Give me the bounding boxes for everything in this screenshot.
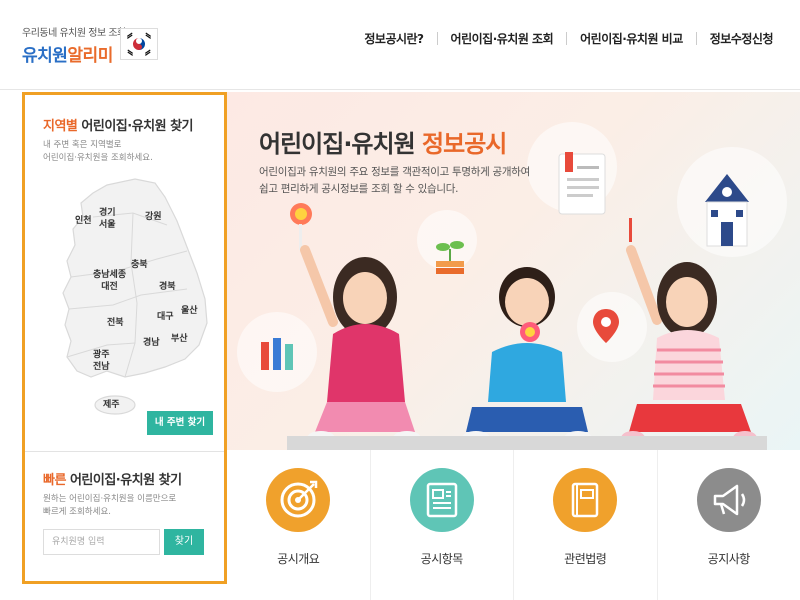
hero-banner: 어린이집·유치원 정보공시 어린이집과 유치원의 주요 정보를 객관적이고 투명… — [227, 92, 800, 450]
region-busan[interactable]: 부산 — [171, 333, 188, 345]
hero-floor — [287, 436, 767, 450]
region-ulsan[interactable]: 울산 — [181, 305, 198, 317]
nearby-search-button[interactable]: 내 주변 찾기 — [147, 411, 213, 435]
card-label: 공지사항 — [707, 552, 751, 566]
card-disclosure-items[interactable]: 공시항목 — [371, 450, 514, 600]
card-label: 관련법령 — [564, 552, 607, 566]
region-title-accent: 지역별 — [43, 119, 78, 134]
card-label: 공시항목 — [420, 552, 464, 566]
kindergarten-name-input[interactable] — [43, 529, 160, 555]
nav-edit-request[interactable]: 정보수정신청 — [697, 30, 786, 47]
search-button[interactable]: 찾기 — [164, 529, 204, 555]
child-boy-blue-illustration — [462, 267, 592, 445]
nav-search[interactable]: 어린이집·유치원 조회 — [438, 30, 567, 47]
hero-title-main: 어린이집·유치원 — [259, 130, 423, 158]
korea-map-shape — [62, 178, 208, 415]
region-chungnam-sejong-daejeon[interactable]: 충남세종 대전 — [93, 269, 126, 293]
document-icon — [409, 468, 474, 532]
quick-search-title: 빠른 어린이집·유치원 찾기 — [43, 469, 182, 488]
korea-map: 인천 경기 서울 강원 충북 충남세종 대전 경북 대구 울산 전북 경남 부산… — [37, 173, 217, 423]
card-related-laws[interactable]: 관련법령 — [514, 450, 658, 600]
region-chungbuk[interactable]: 충북 — [131, 259, 148, 271]
korea-flag-icon — [120, 28, 158, 60]
nav-compare[interactable]: 어린이집·유치원 비교 — [567, 30, 696, 47]
search-panel: 지역별 어린이집·유치원 찾기 내 주변 혹은 지역별로 어린이집·유치원을 조… — [22, 92, 227, 584]
region-title-rest: 어린이집·유치원 찾기 — [77, 119, 194, 134]
region-jeonbuk[interactable]: 전북 — [107, 317, 124, 329]
card-notices[interactable]: 공지사항 — [658, 450, 800, 600]
region-gangwon[interactable]: 강원 — [145, 211, 162, 223]
document-decor-icon — [558, 152, 606, 215]
quick-search-desc: 원하는 어린이집·유치원을 이름만으로 빠르게 조회하세요. — [43, 494, 177, 517]
logo-title-orange: 알리미 — [67, 46, 113, 66]
info-cards: 공시개요 공시항목 관련법령 공지사항 — [227, 450, 800, 600]
region-gwangju-jeonnam[interactable]: 광주 전남 — [93, 349, 110, 373]
hero-title: 어린이집·유치원 정보공시 — [259, 124, 507, 159]
quick-title-rest: 어린이집·유치원 찾기 — [65, 473, 182, 488]
quick-title-accent: 빠른 — [43, 473, 66, 488]
logo-title-blue: 유치원 — [22, 46, 68, 66]
region-incheon[interactable]: 인천 — [75, 215, 92, 227]
book-icon — [553, 468, 618, 532]
card-disclosure-overview[interactable]: 공시개요 — [227, 450, 371, 600]
region-gyeonggi-seoul[interactable]: 경기 서울 — [99, 207, 116, 231]
nav-what-is-disclosure[interactable]: 정보공시란? — [351, 30, 436, 47]
site-header: 우리동네 유치원 정보 조회 유치원알리미 정보공시란? 어린이집·유치원 조회 — [0, 0, 800, 90]
card-label: 공시개요 — [277, 552, 320, 566]
region-gyeongnam[interactable]: 경남 — [143, 337, 160, 349]
region-search-title: 지역별 어린이집·유치원 찾기 — [43, 115, 194, 134]
hero-title-accent: 정보공시 — [422, 130, 507, 158]
site-logo[interactable]: 우리동네 유치원 정보 조회 유치원알리미 — [22, 24, 126, 66]
child-girl-pink-illustration — [290, 203, 421, 445]
panel-divider — [25, 451, 224, 452]
hero-description: 어린이집과 유치원의 주요 정보를 객관적이고 투명하게 공개하여 쉽고 편리하… — [259, 166, 530, 195]
megaphone-icon — [696, 468, 761, 532]
region-jeju[interactable]: 제주 — [103, 399, 120, 411]
child-girl-stripes-illustration — [621, 218, 757, 445]
logo-title: 유치원알리미 — [22, 41, 126, 66]
logo-subtitle: 우리동네 유치원 정보 조회 — [22, 28, 126, 39]
target-icon — [266, 468, 331, 532]
region-gyeongbuk[interactable]: 경북 — [159, 281, 176, 293]
region-daegu[interactable]: 대구 — [157, 311, 174, 323]
main-nav: 정보공시란? 어린이집·유치원 조회 어린이집·유치원 비교 정보수정신청 — [351, 30, 786, 47]
region-search-desc: 내 주변 혹은 지역별로 어린이집·유치원을 조회하세요. — [43, 140, 153, 163]
